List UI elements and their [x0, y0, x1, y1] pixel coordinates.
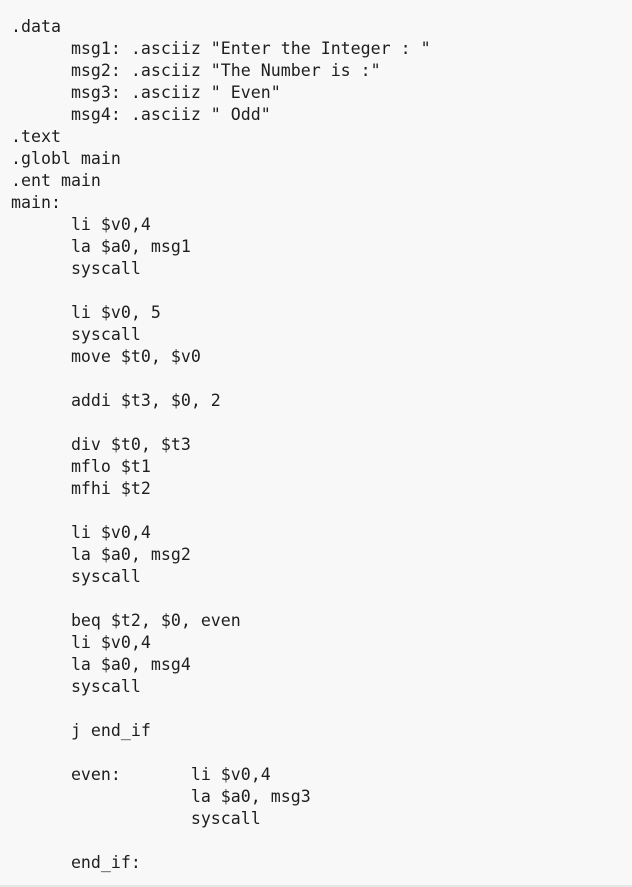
code-line: syscall [11, 259, 141, 278]
code-block: .data msg1: .asciiz "Enter the Integer :… [0, 0, 632, 887]
code-line: .ent main [11, 171, 101, 190]
code-line: li $v0,4 [11, 215, 151, 234]
code-line: move $t0, $v0 [11, 347, 201, 366]
code-line: syscall [11, 809, 261, 828]
code-line: la $a0, msg1 [11, 237, 191, 256]
code-line: .text [11, 127, 61, 146]
code-line: li $v0,4 [11, 523, 151, 542]
code-line: addi $t3, $0, 2 [11, 391, 221, 410]
code-line: li $v0, 5 [11, 303, 161, 322]
code-line: li $v0,4 [11, 633, 151, 652]
code-line: beq $t2, $0, even [11, 611, 241, 630]
code-line: msg3: .asciiz " Even" [11, 83, 281, 102]
code-line: mfhi $t2 [11, 479, 151, 498]
code-line: .data [11, 17, 61, 36]
code-line: even: li $v0,4 [11, 765, 271, 784]
code-line: msg2: .asciiz "The Number is :" [11, 61, 381, 80]
code-line: syscall [11, 325, 141, 344]
code-line: msg4: .asciiz " Odd" [11, 105, 271, 124]
code-line: la $a0, msg4 [11, 655, 191, 674]
code-line: la $a0, msg2 [11, 545, 191, 564]
code-line: end_if: [11, 853, 141, 872]
code-line: mflo $t1 [11, 457, 151, 476]
code-line: msg1: .asciiz "Enter the Integer : " [11, 39, 431, 58]
code-line: la $a0, msg3 [11, 787, 311, 806]
code-line: syscall [11, 677, 141, 696]
code-line: main: [11, 193, 61, 212]
code-line: j end_if [11, 721, 151, 740]
code-line: syscall [11, 567, 141, 586]
code-line: .globl main [11, 149, 121, 168]
code-line: div $t0, $t3 [11, 435, 191, 454]
